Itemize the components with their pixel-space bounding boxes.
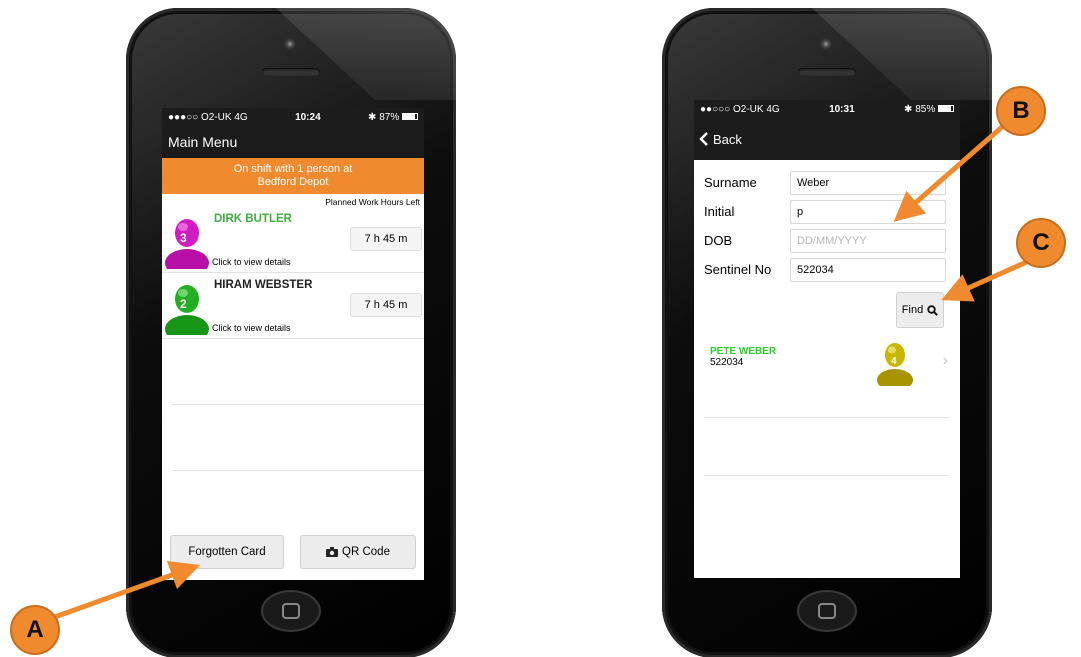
search-form: Surname Weber Initial p DOB DD/MM/YYYY S… <box>694 160 960 284</box>
search-icon <box>927 304 939 316</box>
initial-row: Initial p <box>704 197 950 226</box>
avatar-number: 3 <box>180 231 187 245</box>
hours-remaining: 7 h 45 m <box>350 293 422 317</box>
battery-icon <box>938 105 954 113</box>
speaker-grille <box>798 68 856 76</box>
surname-label: Surname <box>704 175 757 190</box>
camera-icon <box>326 547 339 557</box>
battery-percent: 87% <box>379 111 400 123</box>
sentinel-input[interactable]: 522034 <box>790 257 946 282</box>
avatar-number: 4 <box>891 356 897 367</box>
find-label: Find <box>901 304 924 316</box>
empty-list-row <box>172 405 424 471</box>
status-bar: ●●○○○ O2-UK 4G 10:31 ✱ 85% <box>694 100 960 118</box>
person-row-hiram-webster[interactable]: 2 HIRAM WEBSTER 7 h 45 m Click to view d… <box>162 273 424 339</box>
page-title: Main Menu <box>168 134 238 150</box>
bottom-action-bar: Forgotten Card QR Code <box>162 524 424 580</box>
main-menu-screen: ●●●○○ O2-UK 4G 10:24 ✱ 87% Main Menu On … <box>162 108 424 580</box>
qr-code-button[interactable]: QR Code <box>300 535 416 569</box>
status-bar: ●●●○○ O2-UK 4G 10:24 ✱ 87% <box>162 108 424 126</box>
result-sentinel-number: 522034 <box>710 357 744 368</box>
home-button[interactable] <box>261 590 321 632</box>
back-button[interactable]: Back <box>694 118 960 160</box>
person-name: DIRK BUTLER <box>214 213 292 225</box>
carrier-label: ●●●○○ O2-UK 4G <box>168 111 248 123</box>
bluetooth-icon: ✱ <box>904 103 916 115</box>
find-button-wrap: Find <box>694 284 960 328</box>
initial-label: Initial <box>704 204 735 219</box>
view-details-link[interactable]: Click to view details <box>212 257 291 267</box>
hours-remaining: 7 h 45 m <box>350 227 422 251</box>
back-label: Back <box>713 131 742 147</box>
forgotten-card-button[interactable]: Forgotten Card <box>170 535 284 569</box>
speaker-grille <box>262 68 320 76</box>
camera-icon <box>284 38 296 50</box>
shift-status-banner: On shift with 1 person at Bedford Depot <box>162 158 424 194</box>
home-button[interactable] <box>797 590 857 632</box>
forgotten-card-screen: ●●○○○ O2-UK 4G 10:31 ✱ 85% Back Surname … <box>694 100 960 578</box>
person-avatar-icon <box>165 219 209 269</box>
carrier-label: ●●○○○ O2-UK 4G <box>700 103 780 115</box>
surname-input[interactable]: Weber <box>790 170 946 195</box>
person-avatar-icon <box>165 285 209 335</box>
dob-label: DOB <box>704 233 733 248</box>
battery-indicator: ✱ 85% <box>904 104 954 115</box>
empty-list-row <box>172 339 424 405</box>
battery-percent: 85% <box>915 103 936 115</box>
sentinel-label: Sentinel No <box>704 262 772 277</box>
battery-indicator: ✱ 87% <box>368 112 418 123</box>
shift-banner-line1: On shift with 1 person at <box>233 163 353 175</box>
avatar-number: 2 <box>180 297 187 311</box>
dob-row: DOB DD/MM/YYYY <box>704 226 950 255</box>
surname-row: Surname Weber <box>704 168 950 197</box>
sentinel-row: Sentinel No 522034 <box>704 255 950 284</box>
result-name: PETE WEBER <box>710 346 777 357</box>
bluetooth-icon: ✱ <box>368 111 380 123</box>
home-square-icon <box>282 603 300 619</box>
qr-code-label: QR Code <box>342 546 390 558</box>
search-result-row[interactable]: PETE WEBER 522034 4 › <box>704 340 950 418</box>
battery-icon <box>402 113 418 121</box>
find-button[interactable]: Find <box>896 292 944 328</box>
phone-gloss <box>276 8 456 100</box>
person-name: HIRAM WEBSTER <box>214 279 313 291</box>
home-square-icon <box>818 603 836 619</box>
view-details-link[interactable]: Click to view details <box>212 323 291 333</box>
clock-label: 10:31 <box>829 103 855 115</box>
shift-banner-line2: Bedford Depot <box>257 176 329 188</box>
dob-input[interactable]: DD/MM/YYYY <box>790 228 946 253</box>
initial-input[interactable]: p <box>790 199 946 224</box>
person-row-dirk-butler[interactable]: 3 DIRK BUTLER 7 h 45 m Click to view det… <box>162 207 424 273</box>
phone-gloss <box>812 8 992 100</box>
camera-icon <box>820 38 832 50</box>
chevron-left-icon <box>699 132 708 146</box>
nav-bar: Main Menu <box>162 126 424 158</box>
callout-a: A <box>10 605 60 655</box>
empty-result-row <box>704 418 950 476</box>
chevron-right-icon: › <box>942 352 948 369</box>
callout-c: C <box>1016 218 1066 268</box>
right-phone: ●●○○○ O2-UK 4G 10:31 ✱ 85% Back Surname … <box>662 8 992 657</box>
hours-column-header: Planned Work Hours Left <box>325 197 420 207</box>
callout-b: B <box>996 86 1046 136</box>
left-phone: ●●●○○ O2-UK 4G 10:24 ✱ 87% Main Menu On … <box>126 8 456 657</box>
clock-label: 10:24 <box>295 111 321 123</box>
